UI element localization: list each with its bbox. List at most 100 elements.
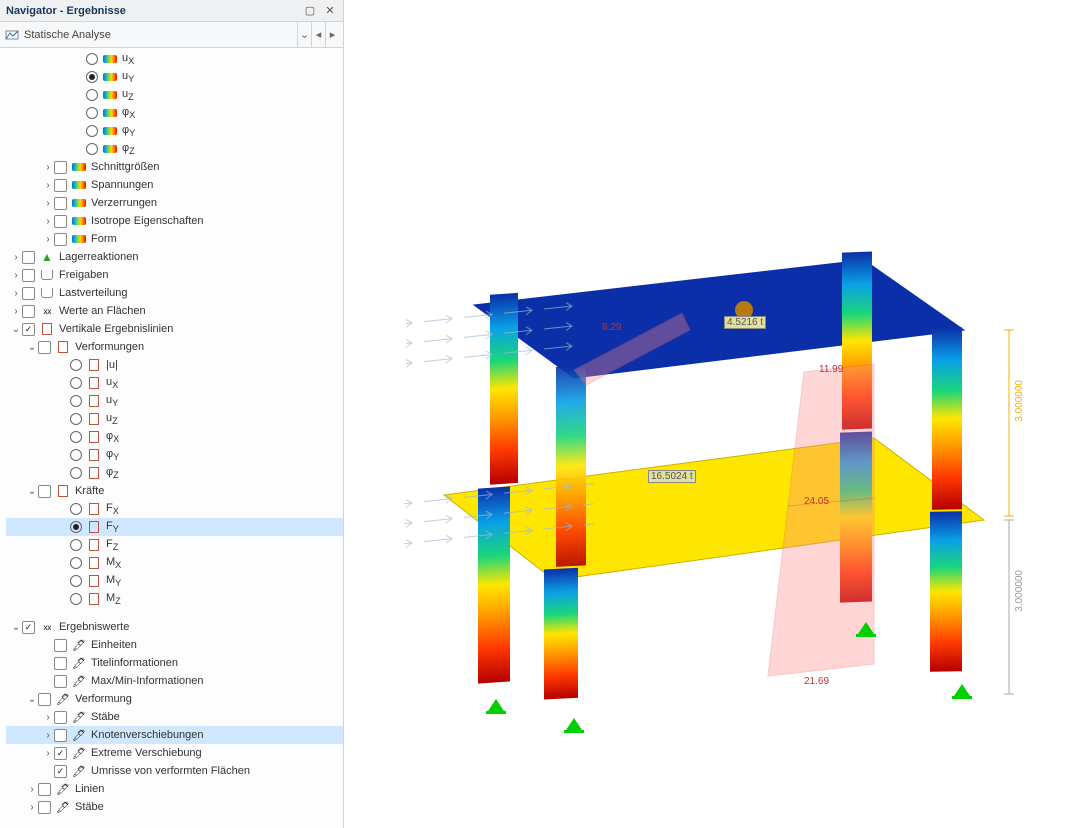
twist-icon[interactable]: ⌄ — [26, 342, 38, 353]
tree-item-f-[interactable]: FY — [6, 518, 343, 536]
checkbox[interactable] — [54, 161, 67, 174]
tree-item--z[interactable]: φZ — [6, 140, 343, 158]
radio[interactable] — [86, 143, 98, 155]
radio[interactable] — [70, 575, 82, 587]
tree-item-linien[interactable]: ›🖊Linien — [6, 780, 343, 798]
radio[interactable] — [70, 467, 82, 479]
tree-item-m-[interactable]: MY — [6, 572, 343, 590]
twist-icon[interactable]: › — [42, 198, 54, 209]
radio[interactable] — [86, 89, 98, 101]
tree-item-vertikale-ergebnislinien[interactable]: ⌄Vertikale Ergebnislinien — [6, 320, 343, 338]
tree-item-verformung[interactable]: ⌄🖊Verformung — [6, 690, 343, 708]
checkbox[interactable] — [22, 305, 35, 318]
twist-icon[interactable]: › — [10, 288, 22, 299]
checkbox[interactable] — [54, 675, 67, 688]
tree-item-verformungen[interactable]: ⌄Verformungen — [6, 338, 343, 356]
checkbox[interactable] — [38, 485, 51, 498]
tree-item--[interactable]: φX — [6, 104, 343, 122]
radio[interactable] — [86, 71, 98, 83]
tree-item--[interactable]: φX — [6, 428, 343, 446]
tree-item-einheiten[interactable]: 🖊Einheiten — [6, 636, 343, 654]
tree-item--u-[interactable]: |u| — [6, 356, 343, 374]
tree-item-u-[interactable]: uY — [6, 68, 343, 86]
radio[interactable] — [70, 377, 82, 389]
checkbox[interactable] — [54, 639, 67, 652]
tree-item-werte-an-fl-chen[interactable]: ›xxWerte an Flächen — [6, 302, 343, 320]
radio[interactable] — [86, 53, 98, 65]
radio[interactable] — [70, 503, 82, 515]
radio[interactable] — [70, 413, 82, 425]
checkbox[interactable] — [38, 341, 51, 354]
radio[interactable] — [70, 557, 82, 569]
checkbox[interactable] — [22, 251, 35, 264]
radio[interactable] — [70, 395, 82, 407]
radio[interactable] — [70, 521, 82, 533]
radio[interactable] — [70, 431, 82, 443]
tree-item-f-[interactable]: FX — [6, 500, 343, 518]
checkbox[interactable] — [54, 657, 67, 670]
analysis-type-dropdown[interactable]: Statische Analyse ⌄ ◂ ▸ — [0, 22, 343, 48]
twist-icon[interactable]: ⌄ — [26, 694, 38, 705]
twist-icon[interactable]: › — [10, 270, 22, 281]
checkbox[interactable] — [38, 783, 51, 796]
tree-item-f-z[interactable]: FZ — [6, 536, 343, 554]
tree-item--[interactable]: φY — [6, 122, 343, 140]
twist-icon[interactable]: › — [42, 180, 54, 191]
dropdown-caret[interactable]: ⌄ — [297, 22, 311, 47]
tree-item-spannungen[interactable]: ›Spannungen — [6, 176, 343, 194]
tree-item-ergebniswerte[interactable]: ⌄xxErgebniswerte — [6, 618, 343, 636]
twist-icon[interactable]: › — [26, 784, 38, 795]
tree-item-form[interactable]: ›Form — [6, 230, 343, 248]
tree-item-m-z[interactable]: MZ — [6, 590, 343, 608]
radio[interactable] — [70, 359, 82, 371]
twist-icon[interactable]: › — [42, 730, 54, 741]
twist-icon[interactable]: › — [10, 252, 22, 263]
undock-icon[interactable]: ▢ — [303, 4, 317, 17]
checkbox[interactable] — [54, 729, 67, 742]
checkbox[interactable] — [54, 711, 67, 724]
close-icon[interactable]: ✕ — [323, 4, 337, 17]
tree-item-m-[interactable]: MX — [6, 554, 343, 572]
tree-item-verzerrungen[interactable]: ›Verzerrungen — [6, 194, 343, 212]
next-analysis[interactable]: ▸ — [325, 22, 339, 47]
twist-icon[interactable]: › — [42, 216, 54, 227]
tree-item--z[interactable]: φZ — [6, 464, 343, 482]
checkbox[interactable] — [54, 179, 67, 192]
checkbox[interactable] — [54, 747, 67, 760]
tree-item-kr-fte[interactable]: ⌄Kräfte — [6, 482, 343, 500]
result-tree-scroll[interactable]: uXuYuZφXφYφZ›Schnittgrößen›Spannungen›Ve… — [0, 48, 343, 828]
tree-item-schnittgr-en[interactable]: ›Schnittgrößen — [6, 158, 343, 176]
tree-item-st-be[interactable]: ›🖊Stäbe — [6, 708, 343, 726]
checkbox[interactable] — [22, 323, 35, 336]
tree-item-lagerreaktionen[interactable]: ›▲Lagerreaktionen — [6, 248, 343, 266]
checkbox[interactable] — [54, 233, 67, 246]
radio[interactable] — [86, 125, 98, 137]
tree-item-u-[interactable]: uY — [6, 392, 343, 410]
twist-icon[interactable]: › — [26, 802, 38, 813]
twist-icon[interactable]: › — [10, 306, 22, 317]
checkbox[interactable] — [54, 215, 67, 228]
checkbox[interactable] — [54, 197, 67, 210]
twist-icon[interactable]: ⌄ — [10, 324, 22, 335]
tree-item-u-[interactable]: uX — [6, 374, 343, 392]
tree-item-u-z[interactable]: uZ — [6, 410, 343, 428]
twist-icon[interactable]: › — [42, 748, 54, 759]
tree-item--[interactable]: φY — [6, 446, 343, 464]
checkbox[interactable] — [22, 621, 35, 634]
tree-item-st-be[interactable]: ›🖊Stäbe — [6, 798, 343, 816]
prev-analysis[interactable]: ◂ — [311, 22, 325, 47]
twist-icon[interactable]: › — [42, 712, 54, 723]
tree-item-titelinformationen[interactable]: 🖊Titelinformationen — [6, 654, 343, 672]
twist-icon[interactable]: ⌄ — [10, 622, 22, 633]
twist-icon[interactable]: ⌄ — [26, 486, 38, 497]
checkbox[interactable] — [22, 287, 35, 300]
model-viewport[interactable]: 4.5216 t 16.5024 t 11.99 24.05 21.69 8.2… — [344, 0, 1074, 828]
twist-icon[interactable]: › — [42, 162, 54, 173]
tree-item-freigaben[interactable]: ›Freigaben — [6, 266, 343, 284]
checkbox[interactable] — [38, 693, 51, 706]
checkbox[interactable] — [22, 269, 35, 282]
tree-item-knotenverschiebungen[interactable]: ›🖊Knotenverschiebungen — [6, 726, 343, 744]
twist-icon[interactable]: › — [42, 234, 54, 245]
tree-item-lastverteilung[interactable]: ›Lastverteilung — [6, 284, 343, 302]
radio[interactable] — [70, 539, 82, 551]
